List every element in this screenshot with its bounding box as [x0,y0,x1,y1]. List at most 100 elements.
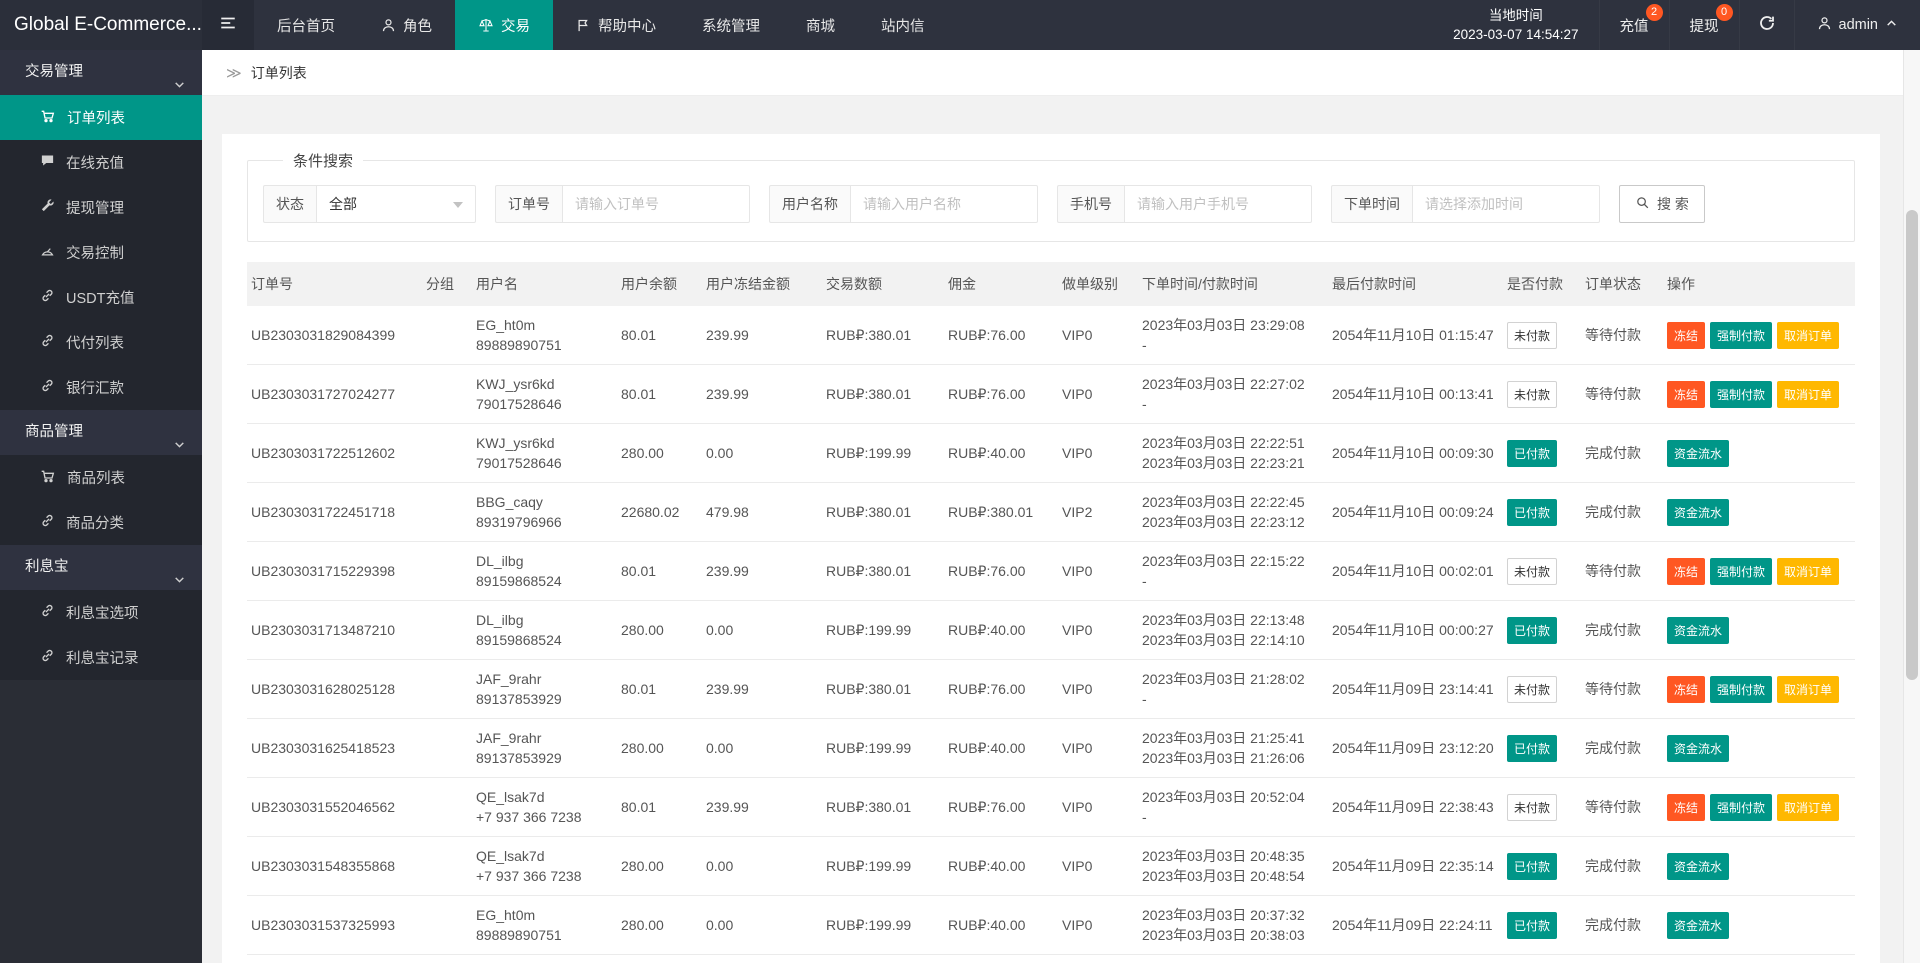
cell-frozen: 0.00 [702,601,822,660]
cell-level: VIP0 [1058,778,1138,837]
local-time: 当地时间 2023-03-07 14:54:27 [1433,0,1598,50]
cell-paid: 已付款 [1503,601,1581,660]
sidebar-item-goods-category[interactable]: 商品分类 [0,500,202,545]
fund-flow-button[interactable]: 资金流水 [1667,440,1729,467]
nav-item-label: 站内信 [881,15,925,36]
cell-order-pay-time: 2023年03月03日 20:48:352023年03月03日 20:48:54 [1138,837,1328,896]
recharge-nav-button[interactable]: 充值 2 [1599,0,1669,50]
column-header: 订单状态 [1581,262,1663,306]
sidebar-item-online-recharge[interactable]: 在线充值 [0,140,202,185]
content-card: 条件搜索 状态 全部 订单号 用户名称 [222,134,1880,963]
column-header: 用户余额 [617,262,702,306]
freeze-button[interactable]: 冻结 [1667,381,1705,408]
sidebar-item-withdraw-manage[interactable]: 提现管理 [0,185,202,230]
sidebar: 交易管理订单列表在线充值提现管理交易控制USDT充值代付列表银行汇款商品管理商品… [0,50,202,963]
status-select[interactable]: 全部 [316,185,476,223]
paid-status-badge: 未付款 [1507,558,1557,585]
pay-time-text: 2023年03月03日 22:23:12 [1142,512,1320,532]
vertical-scrollbar-track[interactable] [1903,50,1920,963]
cell-amount: RUB₽:199.99 [822,837,944,896]
search-button[interactable]: 搜 索 [1619,185,1705,223]
cell-amount: RUB₽:199.99 [822,424,944,483]
status-select-value: 全部 [329,196,357,212]
paid-status-badge: 未付款 [1507,794,1557,821]
sidebar-item-bank-transfer[interactable]: 银行汇款 [0,365,202,410]
freeze-button[interactable]: 冻结 [1667,794,1705,821]
cancel-order-button[interactable]: 取消订单 [1777,676,1839,703]
cell-paid: 已付款 [1503,424,1581,483]
sidebar-item-daifu-list[interactable]: 代付列表 [0,320,202,365]
cell-username: BBG_caqy89319796966 [472,483,617,542]
pay-time-text: 2023年03月03日 21:26:06 [1142,748,1320,768]
cell-username: DL_ilbg89159868524 [472,542,617,601]
force-pay-button[interactable]: 强制付款 [1710,381,1772,408]
withdraw-nav-button[interactable]: 提现 0 [1669,0,1739,50]
cell-order-status: 完成付款 [1581,601,1663,660]
cell-balance: 280.00 [617,601,702,660]
cancel-order-button[interactable]: 取消订单 [1777,322,1839,349]
nav-item-label: 系统管理 [702,15,760,36]
nav-item-roles[interactable]: 角色 [358,0,455,50]
link-icon [40,333,55,352]
cell-order-status: 完成付款 [1581,837,1663,896]
cell-group [422,306,472,365]
sidebar-section-trade-manage[interactable]: 交易管理 [0,50,202,95]
sidebar-collapse-button[interactable] [202,0,254,50]
nav-item-help-center[interactable]: 帮助中心 [553,0,679,50]
phone-input[interactable] [1124,185,1312,223]
force-pay-button[interactable]: 强制付款 [1710,322,1772,349]
cell-group [422,483,472,542]
nav-item-dashboard[interactable]: 后台首页 [254,0,358,50]
force-pay-button[interactable]: 强制付款 [1710,558,1772,585]
admin-menu-button[interactable]: admin [1794,0,1920,50]
nav-item-system[interactable]: 系统管理 [679,0,783,50]
nav-item-messages[interactable]: 站内信 [858,0,948,50]
freeze-button[interactable]: 冻结 [1667,558,1705,585]
sidebar-section-lixibao[interactable]: 利息宝 [0,545,202,590]
cell-commission: RUB₽:40.00 [944,896,1058,955]
fund-flow-button[interactable]: 资金流水 [1667,499,1729,526]
sidebar-item-label: 商品列表 [67,467,125,488]
order-time-filter: 下单时间 [1331,185,1600,223]
link-icon [40,513,55,532]
phone-label: 手机号 [1057,185,1124,223]
status-label: 状态 [263,185,316,223]
order-time-input[interactable] [1412,185,1600,223]
refresh-button[interactable] [1739,0,1794,50]
force-pay-button[interactable]: 强制付款 [1710,794,1772,821]
user-name-label: 用户名称 [769,185,850,223]
sidebar-item-usdt-recharge[interactable]: USDT充值 [0,275,202,320]
cell-order-no: UB2303031722512602 [247,424,422,483]
freeze-button[interactable]: 冻结 [1667,676,1705,703]
freeze-button[interactable]: 冻结 [1667,322,1705,349]
fund-flow-button[interactable]: 资金流水 [1667,735,1729,762]
cell-amount: RUB₽:380.01 [822,306,944,365]
fund-flow-button[interactable]: 资金流水 [1667,617,1729,644]
cell-order-no: UB2303031548355868 [247,837,422,896]
cancel-order-button[interactable]: 取消订单 [1777,558,1839,585]
cell-paid: 未付款 [1503,955,1581,963]
fund-flow-button[interactable]: 资金流水 [1667,853,1729,880]
cell-frozen: 0.00 [702,424,822,483]
force-pay-button[interactable]: 强制付款 [1710,676,1772,703]
vertical-scrollbar-thumb[interactable] [1906,210,1918,680]
sidebar-section-goods-manage[interactable]: 商品管理 [0,410,202,455]
order-no-input[interactable] [562,185,750,223]
nav-item-mall[interactable]: 商城 [783,0,858,50]
sidebar-item-lixibao-options[interactable]: 利息宝选项 [0,590,202,635]
nav-item-trade[interactable]: 交易 [455,0,553,50]
fund-flow-button[interactable]: 资金流水 [1667,912,1729,939]
sidebar-item-lixibao-records[interactable]: 利息宝记录 [0,635,202,680]
cell-commission: RUB₽:76.00 [944,660,1058,719]
sidebar-item-label: 提现管理 [66,197,124,218]
paid-status-badge: 未付款 [1507,676,1557,703]
column-header: 用户冻结金额 [702,262,822,306]
cancel-order-button[interactable]: 取消订单 [1777,794,1839,821]
user-name-input[interactable] [850,185,1038,223]
sidebar-item-trade-control[interactable]: 交易控制 [0,230,202,275]
paid-status-badge: 已付款 [1507,735,1557,762]
cancel-order-button[interactable]: 取消订单 [1777,381,1839,408]
withdraw-count-badge: 0 [1716,4,1733,21]
sidebar-item-order-list[interactable]: 订单列表 [0,95,202,140]
sidebar-item-goods-list[interactable]: 商品列表 [0,455,202,500]
